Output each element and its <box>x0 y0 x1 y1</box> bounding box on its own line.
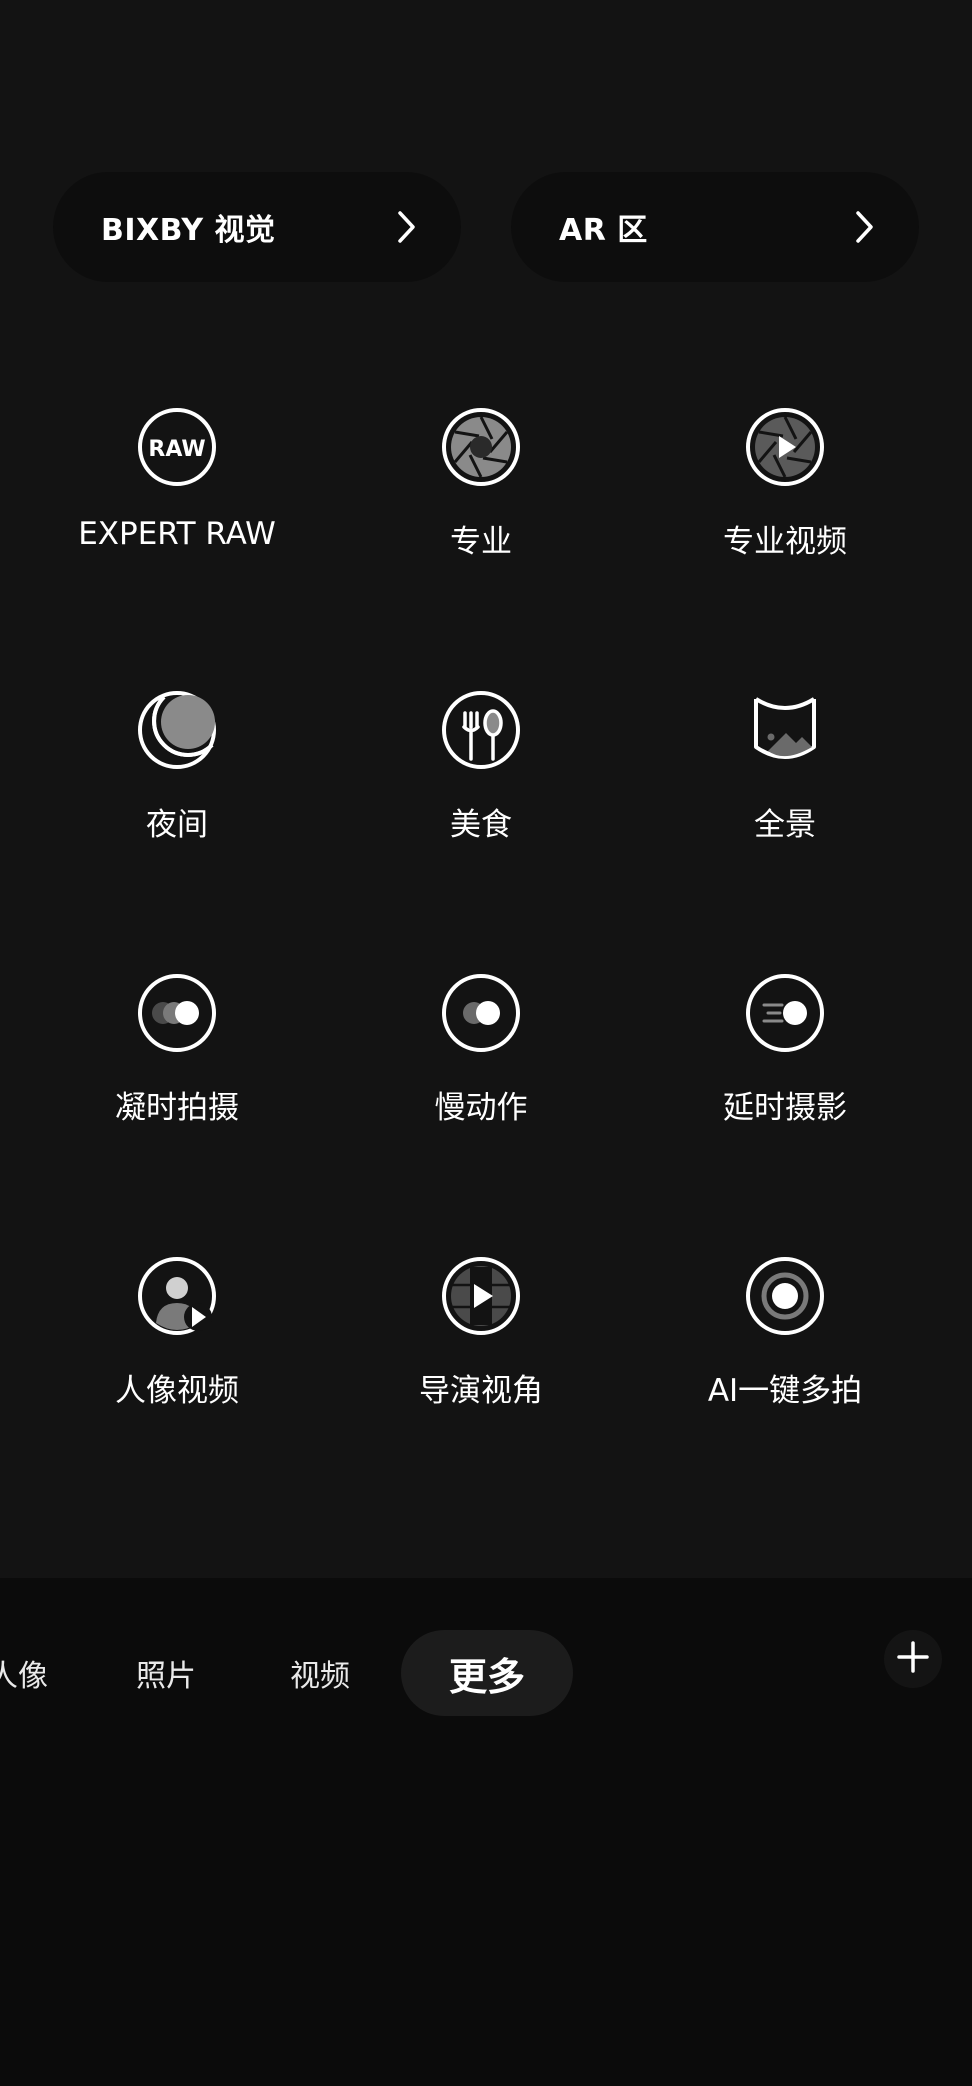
mode-label: 美食 <box>450 807 512 843</box>
tab-more[interactable]: 更多 <box>449 1643 525 1703</box>
hyperlapse-icon <box>136 972 218 1054</box>
mode-panorama[interactable]: 全景 <box>635 663 935 863</box>
aperture-video-icon <box>744 406 826 488</box>
moon-icon <box>136 689 218 771</box>
mode-pro-video[interactable]: 专业视频 <box>635 380 935 580</box>
mode-food[interactable]: 美食 <box>331 663 631 863</box>
mode-label: 夜间 <box>146 807 208 843</box>
fork-spoon-icon <box>440 689 522 771</box>
slow-motion-icon <box>440 972 522 1054</box>
bixby-vision-button[interactable]: BIXBY 视觉 <box>53 172 461 282</box>
mode-timelapse[interactable]: 延时摄影 <box>635 946 935 1146</box>
mode-label: 凝时拍摄 <box>115 1090 239 1126</box>
mode-single-take[interactable]: AI一键多拍 <box>635 1229 935 1429</box>
mode-label: EXPERT RAW <box>78 516 276 552</box>
chevron-right-icon <box>851 207 879 247</box>
panorama-icon <box>744 689 826 771</box>
mode-night[interactable]: 夜间 <box>27 663 327 863</box>
raw-icon: RAW <box>136 406 218 488</box>
ar-zone-label: AR 区 <box>559 213 648 248</box>
chevron-right-icon <box>393 207 421 247</box>
mode-label: 全景 <box>754 807 816 843</box>
tab-photo[interactable]: 照片 <box>136 1643 196 1703</box>
mode-label: 专业视频 <box>723 524 847 560</box>
single-take-icon <box>744 1255 826 1337</box>
mode-label: 人像视频 <box>115 1373 239 1409</box>
tab-video[interactable]: 视频 <box>290 1643 350 1703</box>
mode-director-view[interactable]: 导演视角 <box>331 1229 631 1429</box>
mode-label: 延时摄影 <box>723 1090 847 1126</box>
svg-text:RAW: RAW <box>148 437 205 462</box>
mode-hyperlapse[interactable]: 凝时拍摄 <box>27 946 327 1146</box>
add-mode-button[interactable] <box>884 1630 942 1688</box>
timelapse-icon <box>744 972 826 1054</box>
plus-icon <box>896 1640 930 1678</box>
director-view-icon <box>440 1255 522 1337</box>
portrait-video-icon <box>136 1255 218 1337</box>
bixby-vision-label: BIXBY 视觉 <box>101 213 276 248</box>
aperture-icon <box>440 406 522 488</box>
mode-label: 慢动作 <box>434 1090 528 1126</box>
mode-slow-motion[interactable]: 慢动作 <box>331 946 631 1146</box>
mode-expert-raw[interactable]: RAW EXPERT RAW <box>27 380 327 580</box>
tab-portrait[interactable]: 人像 <box>0 1643 48 1703</box>
mode-portrait-video[interactable]: 人像视频 <box>27 1229 327 1429</box>
mode-label: AI一键多拍 <box>707 1373 863 1409</box>
mode-label: 导演视角 <box>419 1373 543 1409</box>
mode-pro[interactable]: 专业 <box>331 380 631 580</box>
mode-label: 专业 <box>450 524 512 560</box>
ar-zone-button[interactable]: AR 区 <box>511 172 919 282</box>
